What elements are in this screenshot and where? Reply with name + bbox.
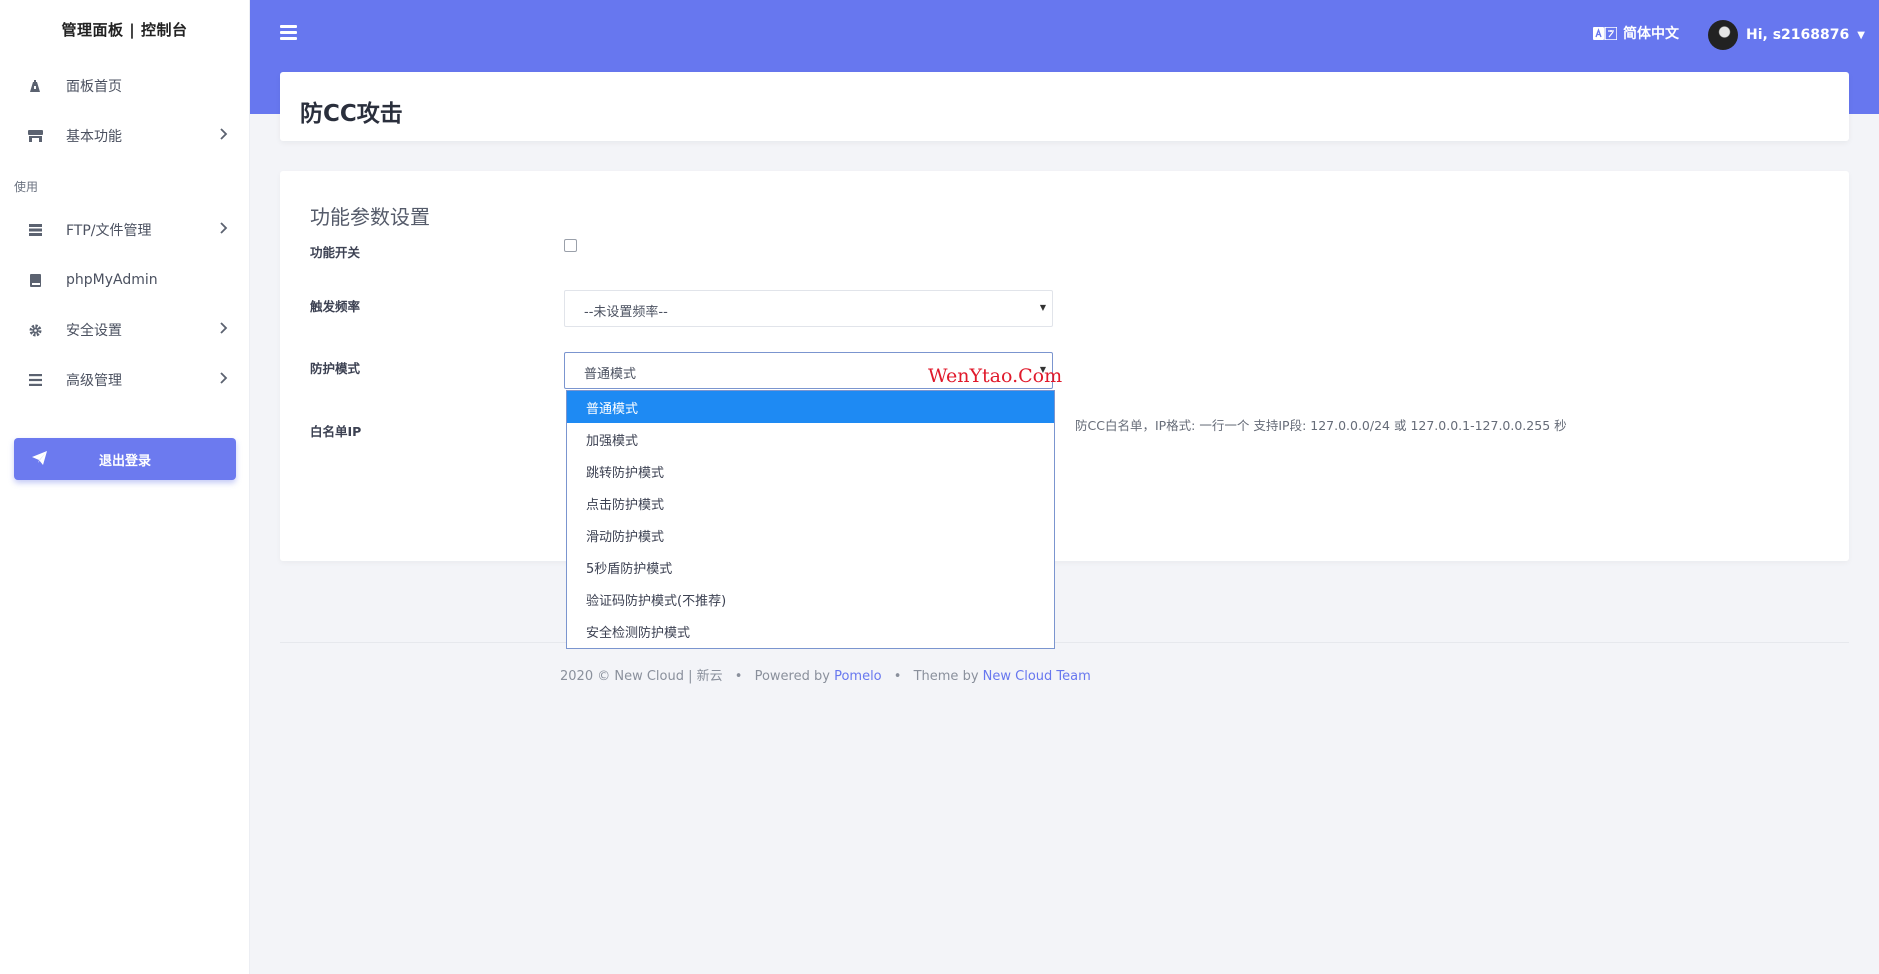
dropdown-option[interactable]: 滑动防护模式: [567, 519, 1054, 551]
page-header: 防CC攻击: [280, 72, 1849, 141]
frequency-select[interactable]: --未设置频率-- ▼: [564, 290, 1053, 327]
footer-theme-link[interactable]: New Cloud Team: [983, 669, 1091, 684]
caret-down-icon: ▼: [1857, 29, 1865, 41]
sidebar-item-security[interactable]: 安全设置: [0, 310, 250, 350]
sidebar-item-label: 高级管理: [66, 373, 122, 389]
dropdown-option[interactable]: 5秒盾防护模式: [567, 551, 1054, 583]
mode-value: 普通模式: [584, 366, 637, 382]
settings-card: 功能参数设置 功能开关 触发频率 --未设置频率-- ▼ 防护模式 普通模式 ▼…: [280, 171, 1849, 561]
sidebar-item-basic[interactable]: 基本功能: [0, 116, 250, 156]
avatar: [1708, 20, 1738, 50]
sidebar-item-label: phpMyAdmin: [66, 272, 158, 288]
dropdown-option[interactable]: 普通模式: [567, 391, 1054, 423]
select-arrow-icon: ▼: [1039, 303, 1046, 312]
dropdown-option[interactable]: 跳转防护模式: [567, 455, 1054, 487]
footer-copyright: 2020 © New Cloud | 新云: [560, 669, 723, 684]
user-greeting: Hi, s2168876: [1746, 27, 1850, 43]
sidebar-item-ftp[interactable]: FTP/文件管理: [0, 210, 250, 250]
list-icon: [27, 372, 43, 388]
server-icon: [27, 222, 43, 238]
dropdown-option[interactable]: 安全检测防护模式: [567, 615, 1054, 647]
chevron-right-icon: [220, 372, 228, 388]
frequency-value: --未设置频率--: [584, 304, 668, 320]
paper-plane-icon: [32, 451, 47, 469]
watermark-text: WenYtao.Com: [928, 365, 1063, 387]
mode-dropdown-list: 普通模式 加强模式 跳转防护模式 点击防护模式 滑动防护模式 5秒盾防护模式 验…: [566, 390, 1055, 649]
language-selector[interactable]: 简体中文: [1593, 23, 1679, 43]
dropdown-option[interactable]: 加强模式: [567, 423, 1054, 455]
dropdown-option[interactable]: 验证码防护模式(不推荐): [567, 583, 1054, 615]
translate-icon: [1593, 25, 1618, 41]
sidebar-item-dashboard[interactable]: 面板首页: [0, 66, 250, 106]
language-label: 简体中文: [1623, 26, 1679, 42]
sidebar-item-advanced[interactable]: 高级管理: [0, 360, 250, 400]
frequency-label: 触发频率: [310, 299, 361, 314]
user-menu[interactable]: Hi, s2168876 ▼: [1708, 20, 1865, 50]
whitelist-label: 白名单IP: [310, 424, 362, 439]
chevron-right-icon: [220, 322, 228, 338]
menu-toggle-icon[interactable]: [280, 25, 297, 40]
whitelist-help-text: 防CC白名单，IP格式: 一行一个 支持IP段: 127.0.0.0/24 或 …: [1075, 418, 1567, 433]
sidebar-section-label: 使用: [14, 180, 39, 194]
sidebar-item-label: 基本功能: [66, 129, 122, 145]
section-title: 功能参数设置: [310, 205, 430, 229]
tachometer-icon: [27, 78, 43, 94]
footer-theme-by: Theme by: [913, 669, 979, 684]
footer: 2020 © New Cloud | 新云 • Powered by Pomel…: [560, 665, 1091, 684]
footer-separator: •: [734, 669, 743, 684]
footer-pomelo-link[interactable]: Pomelo: [834, 669, 882, 684]
sidebar-item-label: 面板首页: [66, 79, 122, 95]
chevron-right-icon: [220, 222, 228, 238]
book-icon: [27, 272, 43, 288]
logout-label: 退出登录: [98, 453, 151, 469]
sidebar: 管理面板 | 控制台 面板首页 基本功能 使用 FTP/文件管理 phpMyAd…: [0, 0, 250, 974]
footer-divider: [280, 642, 1849, 643]
brand-title: 管理面板 | 控制台: [61, 20, 188, 39]
logout-button[interactable]: 退出登录: [14, 438, 236, 480]
sidebar-item-phpmyadmin[interactable]: phpMyAdmin: [0, 260, 250, 300]
sidebar-item-label: 安全设置: [66, 323, 122, 339]
switch-label: 功能开关: [310, 245, 361, 260]
feature-switch-checkbox[interactable]: [564, 239, 577, 252]
sidebar-item-label: FTP/文件管理: [66, 223, 152, 239]
gear-icon: [27, 322, 43, 338]
mode-label: 防护模式: [310, 361, 361, 376]
chevron-right-icon: [220, 128, 228, 144]
dropdown-option[interactable]: 点击防护模式: [567, 487, 1054, 519]
footer-separator: •: [893, 669, 902, 684]
page-title: 防CC攻击: [300, 101, 403, 127]
footer-powered-by: Powered by: [754, 669, 830, 684]
store-icon: [27, 128, 43, 144]
